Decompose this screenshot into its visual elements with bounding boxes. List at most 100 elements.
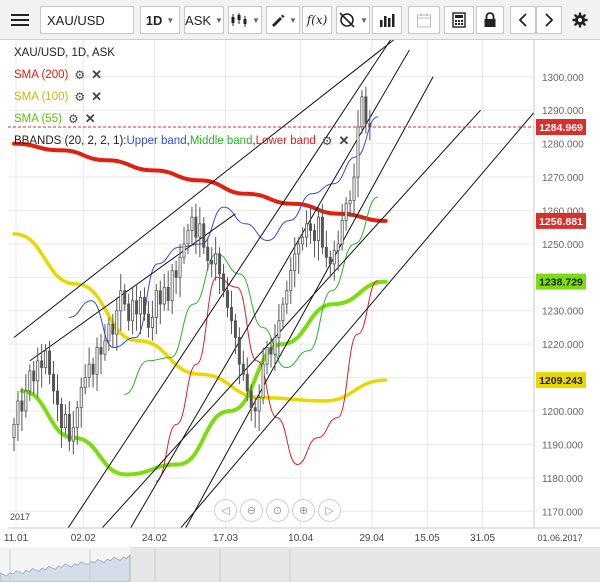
- candle-body: [135, 300, 139, 315]
- calendar-button[interactable]: [408, 6, 440, 34]
- navigator-strip[interactable]: [0, 547, 600, 582]
- y-tick-label: 1290.000: [542, 106, 584, 117]
- candle-body: [360, 96, 364, 128]
- symbol-input[interactable]: XAU/USD: [40, 6, 134, 34]
- gear-icon: [572, 12, 588, 28]
- candle-body: [119, 290, 123, 312]
- close-icon[interactable]: ✕: [91, 64, 102, 86]
- candle-body: [44, 350, 48, 368]
- gear-icon[interactable]: ⚙: [322, 130, 333, 152]
- lock-button[interactable]: [476, 6, 504, 34]
- candle-body: [115, 310, 119, 335]
- candle-body: [222, 273, 226, 292]
- y-tick-label: 1270.000: [542, 173, 584, 184]
- y-tick-label: 1230.000: [542, 307, 584, 318]
- candle-body: [301, 236, 305, 245]
- candle-body: [40, 360, 44, 368]
- candle-body: [75, 407, 79, 429]
- candle-body: [95, 347, 99, 375]
- crosshair-button[interactable]: ▼: [336, 6, 370, 34]
- gear-icon[interactable]: ⚙: [74, 64, 85, 86]
- candle-body: [269, 347, 273, 355]
- back-button[interactable]: [510, 6, 536, 34]
- candle-body: [150, 317, 154, 328]
- candle-body: [305, 223, 309, 238]
- legend-sma55-label: SMA (55): [14, 113, 62, 125]
- candle-body: [277, 320, 281, 338]
- candle-body: [111, 323, 115, 335]
- volume-button[interactable]: [372, 6, 402, 34]
- candle-body: [324, 246, 328, 258]
- y-tick-label: 1180.000: [542, 474, 583, 485]
- candle-body: [249, 390, 253, 409]
- candle-body: [194, 216, 198, 238]
- candle-body: [162, 286, 166, 305]
- period-value: 1D: [145, 12, 163, 28]
- candle-body: [146, 313, 150, 328]
- candle-body: [368, 123, 372, 128]
- candle-body: [245, 373, 249, 392]
- chevron-left-icon[interactable]: ◁: [214, 499, 237, 522]
- y-tick-label: 1280.000: [542, 140, 584, 151]
- forward-button[interactable]: [536, 6, 562, 34]
- x-tick-label: 15.05: [415, 533, 440, 544]
- close-icon[interactable]: ✕: [85, 108, 96, 130]
- reset-icon[interactable]: ⊙: [266, 499, 289, 522]
- candle-body: [24, 390, 28, 412]
- price-side-dropdown[interactable]: ASK ▼: [184, 6, 224, 34]
- x-tick-label: 17.03: [213, 533, 238, 544]
- zoom-in-icon[interactable]: ⊕: [292, 499, 315, 522]
- candlestick-icon: [231, 13, 247, 27]
- close-icon[interactable]: ✕: [339, 130, 350, 152]
- settings-button[interactable]: [566, 6, 594, 34]
- candle-body: [309, 223, 313, 231]
- legend-bb-lower: Lower band: [255, 135, 316, 147]
- candle-body: [83, 377, 87, 389]
- gear-icon[interactable]: ⚙: [68, 108, 79, 130]
- calculator-icon: [452, 12, 466, 28]
- chart-type-button[interactable]: ▼: [228, 6, 262, 34]
- candle-body: [87, 363, 91, 378]
- candle-body: [352, 176, 356, 201]
- chevron-down-icon: ▼: [360, 15, 368, 25]
- candle-body: [127, 303, 131, 322]
- y-tick-label: 1300.000: [542, 73, 584, 84]
- calculator-button[interactable]: [444, 6, 474, 34]
- candle-body: [261, 363, 265, 399]
- candle-body: [178, 256, 182, 278]
- gear-icon[interactable]: ⚙: [74, 86, 85, 108]
- candle-body: [99, 347, 103, 355]
- candle-body: [257, 397, 261, 412]
- candle-body: [348, 200, 352, 205]
- pencil-icon: [272, 14, 285, 27]
- x-tick-label: 02.02: [71, 533, 96, 544]
- menu-button[interactable]: [6, 6, 34, 34]
- indicator-label: f(x): [306, 13, 328, 27]
- candle-body: [158, 290, 162, 305]
- candle-body: [233, 320, 237, 338]
- calendar-icon: [417, 13, 431, 28]
- drawing-tool-button[interactable]: ▼: [266, 6, 300, 34]
- legend-title: XAU/USD, 1D, ASK: [14, 47, 115, 59]
- candle-body: [59, 403, 63, 429]
- candle-body: [297, 243, 301, 255]
- y-tick-label: 1170.000: [542, 507, 583, 518]
- chevron-left-icon: [518, 13, 527, 27]
- x-year-label: 2017: [10, 512, 30, 522]
- candle-body: [107, 323, 111, 342]
- x-tick-label: 24.02: [142, 533, 167, 544]
- y-tick-label: 1220.000: [542, 340, 584, 351]
- candle-body: [48, 350, 52, 375]
- chevron-right-icon[interactable]: ▷: [318, 499, 341, 522]
- legend-bb-middle: Middle band: [189, 135, 253, 147]
- candle-body: [316, 216, 320, 241]
- close-icon[interactable]: ✕: [91, 86, 102, 108]
- indicator-button[interactable]: f(x): [302, 6, 332, 34]
- chart-legend: XAU/USD, 1D, ASK SMA (200) ⚙ ✕ SMA (100) …: [14, 42, 349, 152]
- candle-body: [206, 246, 210, 262]
- zoom-out-icon[interactable]: ⊖: [240, 499, 263, 522]
- y-tick-label: 1250.000: [542, 240, 584, 251]
- candle-body: [226, 290, 229, 308]
- period-dropdown[interactable]: 1D ▼: [140, 6, 180, 34]
- candle-body: [32, 370, 36, 382]
